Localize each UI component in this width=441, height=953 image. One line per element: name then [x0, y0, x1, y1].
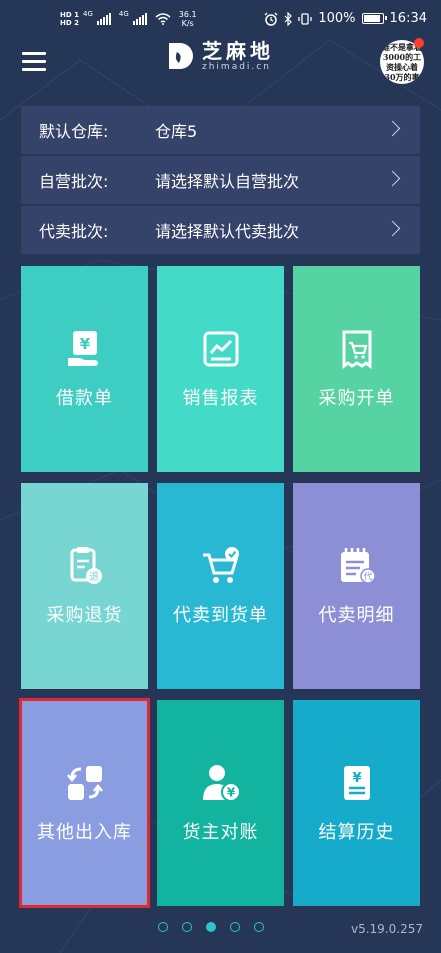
page-dot-2[interactable] — [182, 922, 192, 932]
signal-icon — [132, 13, 147, 25]
clock: 16:34 — [389, 11, 427, 26]
avatar-text: 谁不是拿着3000的工资操心着30万的事 — [382, 42, 422, 82]
tile-owner-reconcile[interactable]: ¥ 货主对账 — [157, 700, 284, 906]
page-dot-3[interactable] — [206, 922, 216, 932]
vibrate-icon — [298, 12, 313, 25]
tile-settlement-history[interactable]: ¥ 结算历史 — [293, 700, 420, 906]
status-bar: HD 1 HD 2 4G 4G 36.1 K/s 100% 16:34 — [0, 0, 441, 34]
exchange-arrows-icon — [66, 766, 103, 800]
default-warehouse-row[interactable]: 默认仓库: 仓库5 — [21, 106, 420, 154]
tile-label: 其他出入库 — [37, 822, 132, 843]
self-batch-row[interactable]: 自营批次: 请选择默认自营批次 — [21, 156, 420, 204]
chevron-right-icon — [384, 220, 401, 237]
row-label: 自营批次: — [39, 172, 109, 191]
notification-badge — [414, 38, 424, 48]
network-type-2: 4G — [118, 10, 129, 18]
app-version: v5.19.0.257 — [351, 922, 423, 936]
battery-icon — [361, 13, 387, 24]
owner-reconcile-icon: ¥ — [202, 765, 241, 802]
consignment-batch-row[interactable]: 代卖批次: 请选择默认代卖批次 — [21, 206, 420, 254]
tile-label: 货主对账 — [182, 822, 259, 843]
tile-label: 代卖明细 — [318, 605, 395, 626]
alarm-icon — [264, 12, 278, 26]
chevron-right-icon — [384, 120, 401, 137]
network-speed-unit: K/s — [181, 19, 194, 28]
purchase-receipt-cart-icon — [342, 330, 371, 369]
svg-text:¥: ¥ — [352, 771, 361, 786]
chevron-right-icon — [384, 170, 401, 187]
svg-text:¥: ¥ — [79, 335, 90, 353]
row-value: 请选择默认代卖批次 — [155, 222, 300, 241]
svg-text:¥: ¥ — [226, 786, 235, 800]
tile-consignment-arrival[interactable]: 代卖到货单 — [157, 483, 284, 689]
network-speed: 36.1 K/s — [179, 10, 197, 28]
svg-text:退: 退 — [89, 571, 99, 583]
tile-label: 销售报表 — [182, 388, 259, 409]
hd-indicator: HD 1 HD 2 — [60, 11, 79, 27]
app-logo: 芝麻地 zhimadi.cn — [166, 40, 274, 72]
tile-label: 采购开单 — [318, 388, 395, 409]
app-header: 芝麻地 zhimadi.cn 谁不是拿着3000的工资操心着30万的事 — [0, 34, 441, 90]
signal-icon — [96, 13, 111, 25]
hamburger-menu-button[interactable] — [22, 52, 46, 72]
tile-label: 代卖到货单 — [173, 605, 268, 626]
row-value: 仓库5 — [155, 122, 198, 141]
tile-sales-report[interactable]: 销售报表 — [157, 266, 284, 472]
purchase-return-icon: 退 — [70, 547, 102, 584]
tile-loan[interactable]: ¥ 借款单 — [21, 266, 148, 472]
tile-consignment-detail[interactable]: 代 代卖明细 — [293, 483, 420, 689]
tile-purchase-order[interactable]: 采购开单 — [293, 266, 420, 472]
zhimadi-logo-icon — [169, 43, 193, 69]
tile-label: 结算历史 — [318, 822, 395, 843]
page-dot-5[interactable] — [254, 922, 264, 932]
tile-label: 借款单 — [56, 388, 113, 409]
network-speed-value: 36.1 — [178, 10, 197, 19]
loan-yen-hand-icon: ¥ — [67, 331, 98, 366]
row-value: 请选择默认自营批次 — [155, 172, 300, 191]
row-label: 默认仓库: — [39, 122, 109, 141]
tile-purchase-return[interactable]: 退 采购退货 — [21, 483, 148, 689]
page-dot-4[interactable] — [230, 922, 240, 932]
row-label: 代卖批次: — [39, 222, 109, 241]
wifi-icon — [155, 13, 171, 25]
logo-domain-text: zhimadi.cn — [202, 62, 271, 72]
network-type-1: 4G — [82, 10, 93, 18]
logo-chinese-text: 芝麻地 — [202, 39, 274, 63]
hamburger-icon — [22, 52, 46, 55]
tile-label: 采购退货 — [46, 605, 123, 626]
svg-text:代: 代 — [363, 572, 372, 583]
hd2-label: HD 2 — [60, 19, 79, 27]
settlement-history-icon: ¥ — [343, 766, 370, 800]
hd1-label: HD 1 — [60, 11, 79, 19]
page-indicator — [158, 922, 264, 932]
tile-other-stock-io[interactable]: 其他出入库 — [19, 698, 150, 908]
sales-report-icon — [203, 331, 238, 367]
consignment-detail-icon: 代 — [340, 548, 376, 584]
default-settings-panel: 默认仓库: 仓库5 自营批次: 请选择默认自营批次 代卖批次: 请选择默认代卖批… — [21, 106, 420, 256]
cart-check-icon — [202, 547, 239, 583]
page-dot-1[interactable] — [158, 922, 168, 932]
battery-percent: 100% — [318, 11, 356, 26]
bluetooth-icon — [284, 11, 293, 26]
